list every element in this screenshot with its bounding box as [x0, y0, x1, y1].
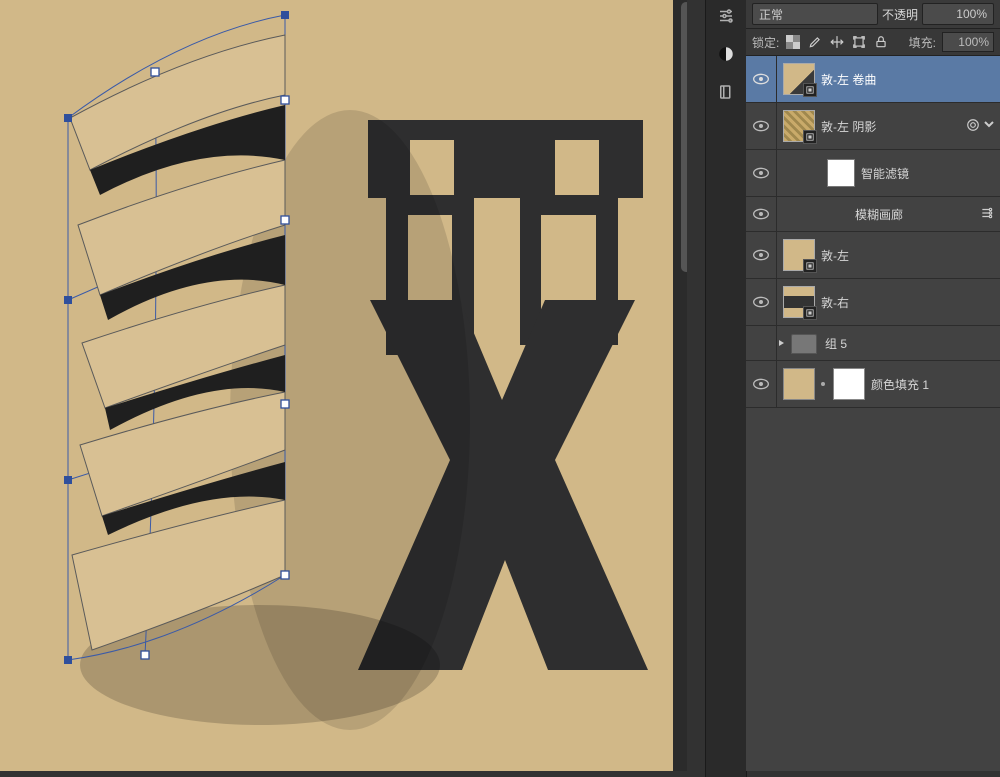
layer-row-curl[interactable]: 敦-左 卷曲	[746, 56, 1000, 103]
visibility-toggle[interactable]	[746, 103, 777, 149]
eye-icon	[753, 378, 769, 390]
layers-panel: 正常 不透明 100% 锁定: 填充: 100%	[746, 0, 1000, 771]
layer-name: 模糊画廊	[855, 206, 903, 223]
artboard[interactable]	[0, 0, 687, 771]
layer-row-shadow[interactable]: 敦-左 阴影	[746, 103, 1000, 150]
fill-thumbnail[interactable]	[783, 368, 815, 400]
eye-icon	[753, 120, 769, 132]
eye-icon	[753, 249, 769, 261]
layer-row-solid-fill[interactable]: 颜色填充 1	[746, 361, 1000, 408]
blend-mode-dropdown[interactable]: 正常	[752, 3, 878, 25]
visibility-toggle[interactable]	[746, 326, 777, 360]
lock-all-icon[interactable]	[873, 34, 889, 50]
eye-icon	[753, 296, 769, 308]
layer-list: 敦-左 卷曲 敦-左 阴影	[746, 56, 1000, 771]
layer-row-left[interactable]: 敦-左	[746, 232, 1000, 279]
fill-value: 100%	[958, 35, 989, 49]
fill-field[interactable]: 100%	[942, 32, 994, 52]
scrollbar-thumb[interactable]	[681, 2, 687, 272]
fill-label: 填充:	[909, 34, 936, 51]
smart-object-badge-icon	[803, 130, 817, 144]
layer-name: 敦-左 阴影	[821, 118, 876, 135]
libraries-icon[interactable]	[716, 82, 736, 102]
smart-object-badge-icon	[803, 83, 817, 97]
visibility-toggle[interactable]	[746, 232, 777, 278]
layer-name: 组 5	[825, 335, 847, 352]
canvas-artwork	[0, 0, 687, 771]
dock-column	[705, 0, 747, 777]
layer-row-group5[interactable]: 组 5	[746, 326, 1000, 361]
eye-icon	[753, 167, 769, 179]
opacity-label: 不透明	[882, 6, 918, 23]
layer-name: 敦-左	[821, 247, 849, 264]
layers-panel-topbar: 正常 不透明 100%	[746, 0, 1000, 29]
eye-icon	[753, 73, 769, 85]
visibility-toggle[interactable]	[746, 279, 777, 325]
layer-thumbnail[interactable]	[783, 286, 815, 318]
canvas-host	[0, 0, 687, 771]
folder-icon	[791, 334, 817, 354]
visibility-toggle[interactable]	[746, 361, 777, 407]
layer-mask-thumbnail[interactable]	[833, 368, 865, 400]
layer-lock-row: 锁定: 填充: 100%	[746, 29, 1000, 56]
visibility-toggle[interactable]	[746, 197, 777, 231]
blend-mode-value: 正常	[759, 6, 783, 23]
opacity-value: 100%	[956, 7, 987, 21]
smart-object-badge-icon	[803, 259, 817, 273]
opacity-field[interactable]: 100%	[922, 3, 994, 25]
filter-settings-icon[interactable]	[980, 206, 994, 223]
layer-row-right[interactable]: 敦-右	[746, 279, 1000, 326]
layer-thumbnail[interactable]	[783, 63, 815, 95]
filter-link-icon[interactable]	[966, 118, 980, 135]
layer-thumbnail[interactable]	[783, 110, 815, 142]
layer-row-smart-filters[interactable]: 智能滤镜	[746, 150, 1000, 197]
expand-chevron-icon[interactable]	[984, 118, 994, 135]
lock-move-icon[interactable]	[829, 34, 845, 50]
lock-transparency-icon[interactable]	[785, 34, 801, 50]
layer-row-blur-gallery[interactable]: 模糊画廊	[746, 197, 1000, 232]
layer-name: 颜色填充 1	[871, 376, 929, 393]
lock-artboard-icon[interactable]	[851, 34, 867, 50]
layer-name: 智能滤镜	[861, 165, 909, 182]
filter-mask-thumbnail[interactable]	[827, 159, 855, 187]
layer-name: 敦-左 卷曲	[821, 71, 876, 88]
contrast-circle-icon[interactable]	[716, 44, 736, 64]
smart-object-badge-icon	[803, 306, 817, 320]
visibility-toggle[interactable]	[746, 150, 777, 196]
layer-thumbnail[interactable]	[783, 239, 815, 271]
lock-brush-icon[interactable]	[807, 34, 823, 50]
link-icon	[819, 369, 827, 399]
adjustments-icon[interactable]	[716, 6, 736, 26]
eye-icon	[753, 208, 769, 220]
canvas-scrollbar-vertical[interactable]	[673, 0, 687, 771]
visibility-toggle[interactable]	[746, 56, 777, 102]
layer-name: 敦-右	[821, 294, 849, 311]
folder-arrow-icon[interactable]	[777, 338, 787, 348]
lock-label: 锁定:	[752, 34, 779, 51]
